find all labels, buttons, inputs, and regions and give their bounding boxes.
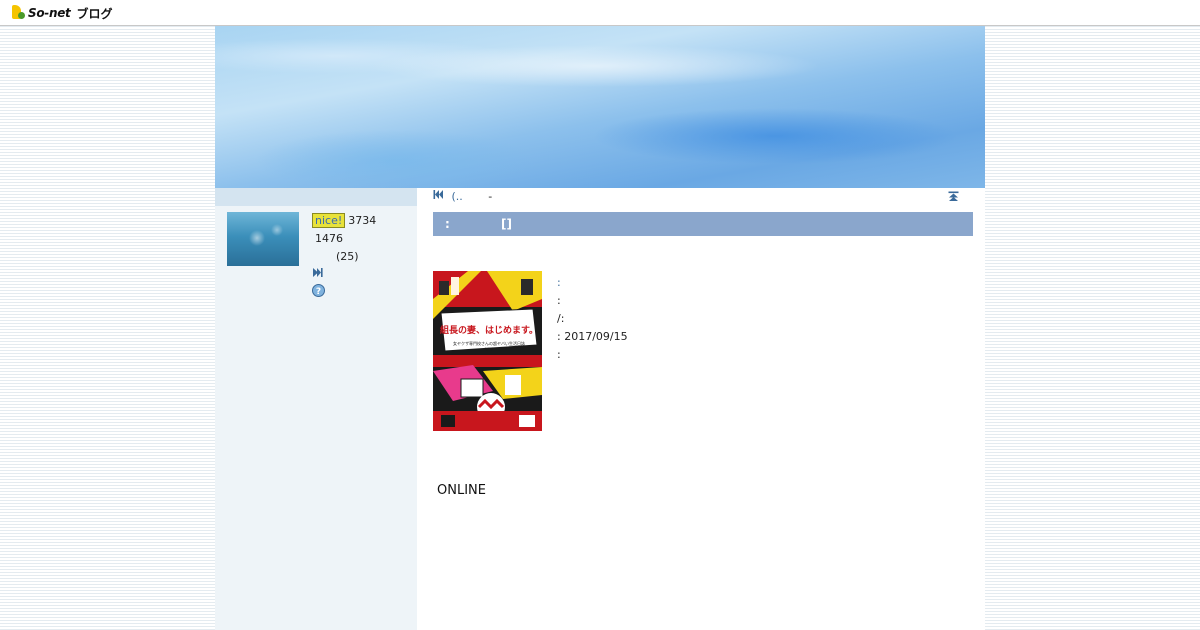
sidebar-strip: [215, 188, 417, 206]
header-banner: [215, 26, 985, 188]
online-text: ONLINE: [437, 483, 486, 498]
sidebar: nice! 3734 1476 (25) ?: [215, 188, 417, 630]
prev-article-link[interactable]: (..: [452, 190, 463, 203]
article-title-bar: : []: [433, 212, 973, 236]
article-nav: (.. -: [433, 188, 973, 206]
book-title: 組長の妻、はじめます。: [440, 324, 538, 336]
title-bar-right: []: [501, 217, 512, 231]
stat-nice: nice! 3734: [312, 212, 412, 230]
logo-sub: ブログ: [76, 6, 113, 21]
blog-stats: nice! 3734 1476 (25) ?: [312, 212, 412, 302]
page-top-icon[interactable]: [948, 190, 959, 208]
skip-back-icon[interactable]: [433, 188, 444, 206]
stat-count3: (25): [312, 248, 412, 266]
stat-count2: 1476: [312, 230, 412, 248]
sonet-logo[interactable]: So-net ブログ: [12, 4, 113, 22]
book-info: : : /: : 2017/09/15 :: [557, 274, 857, 364]
profile-image[interactable]: [227, 212, 299, 266]
page-column: nice! 3734 1476 (25) ? (.. -: [] 組長の妻、は…: [215, 26, 985, 630]
count2: 1476: [315, 232, 343, 245]
book-info-row5: :: [557, 348, 561, 361]
logo-text: So-net: [28, 6, 71, 20]
book-release-date: : 2017/09/15: [557, 330, 628, 343]
svg-text:?: ?: [316, 287, 321, 297]
stat-help: ?: [312, 284, 412, 302]
book-info-row2: :: [557, 294, 561, 307]
stat-next: [312, 266, 412, 284]
main-content: (.. - : [] 組長の妻、はじめます。 女ヤクザ専門校さんの超ヤバい生活日…: [433, 188, 985, 630]
skip-forward-icon[interactable]: [312, 266, 323, 284]
top-bar: So-net ブログ: [0, 0, 1200, 26]
count3: (25): [336, 250, 359, 263]
nav-separator: -: [488, 190, 493, 203]
nice-count: 3734: [348, 214, 377, 227]
book-info-row3: /:: [557, 312, 565, 325]
nice-badge: nice!: [312, 213, 346, 228]
title-bar-left: :: [445, 217, 450, 231]
sonet-logo-icon: [12, 4, 26, 22]
book-cover-image[interactable]: 組長の妻、はじめます。 女ヤクザ専門校さんの超ヤバい生活日誌 新潮社: [433, 271, 542, 431]
book-publisher: 新潮社: [484, 346, 493, 351]
help-icon[interactable]: ?: [312, 284, 325, 303]
book-subtitle: 女ヤクザ専門校さんの超ヤバい生活日誌: [453, 340, 525, 346]
book-info-link[interactable]: :: [557, 276, 561, 289]
